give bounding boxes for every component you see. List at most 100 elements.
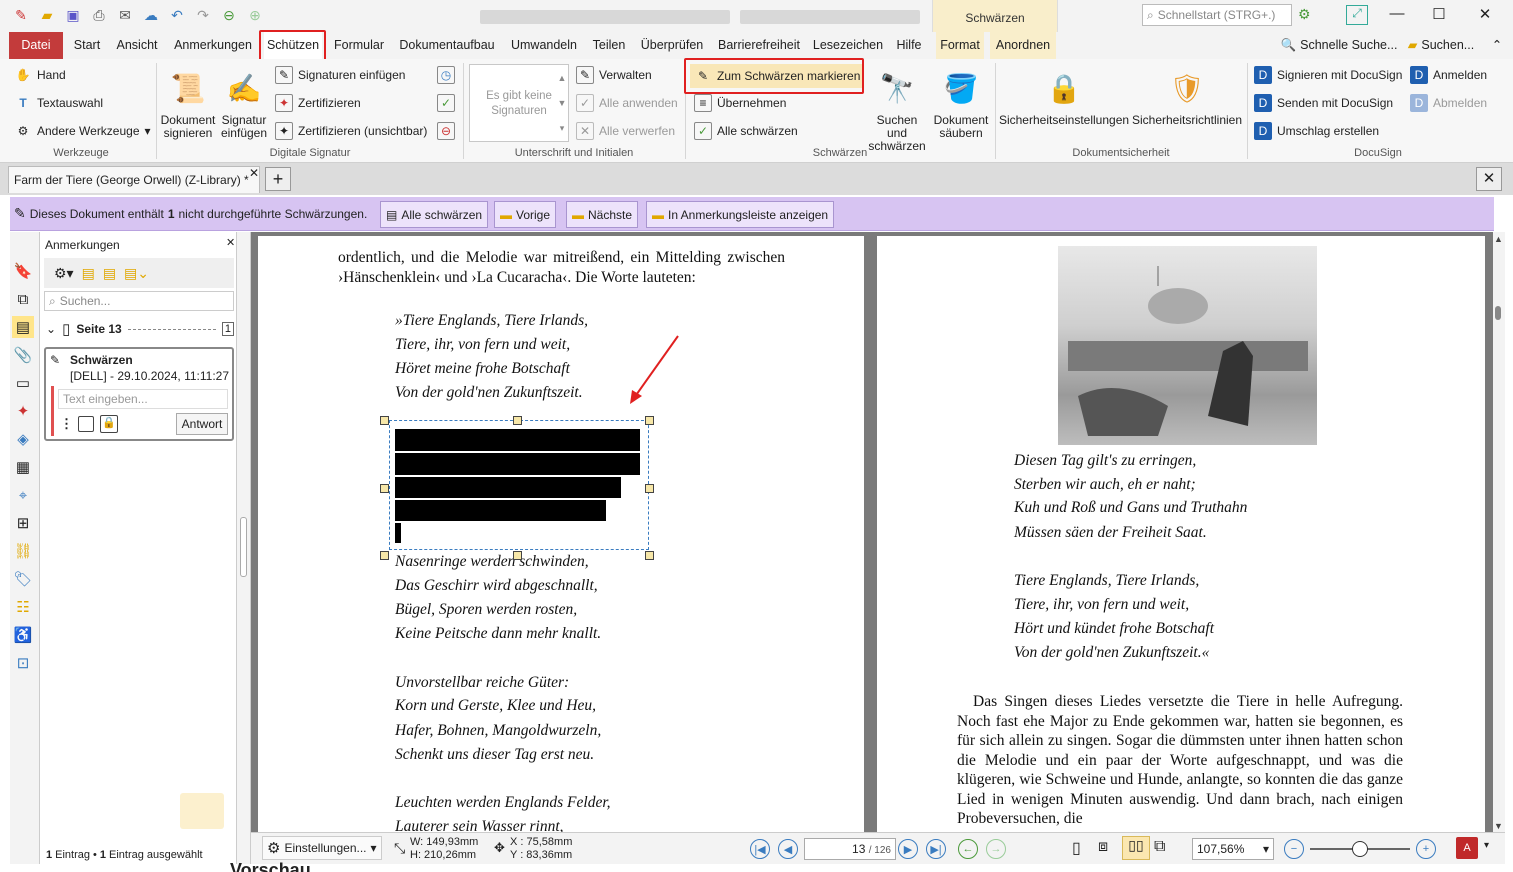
- email-icon[interactable]: ✉: [114, 4, 136, 26]
- minimize-button[interactable]: —: [1382, 5, 1412, 25]
- menu-barrierefreiheit[interactable]: Barrierefreiheit: [715, 32, 803, 59]
- menu-anmerkungen[interactable]: Anmerkungen: [170, 32, 256, 59]
- notif-redact-all-button[interactable]: ▤ Alle schwärzen: [380, 201, 489, 228]
- structure-icon[interactable]: ⊞: [12, 512, 34, 534]
- continuous-icon[interactable]: ⧈: [1098, 838, 1108, 856]
- cloud-upload-icon[interactable]: ☁: [140, 4, 162, 26]
- clear-signature-button[interactable]: ⊖: [437, 122, 455, 140]
- annotation-settings-icon[interactable]: ⚙▾: [54, 265, 74, 282]
- resize-handle[interactable]: [380, 416, 389, 425]
- previous-page-icon[interactable]: ◀: [778, 839, 798, 859]
- annotation-filter-icon[interactable]: ▤⌄: [124, 265, 149, 282]
- resize-handle[interactable]: [645, 484, 654, 493]
- splitter-handle[interactable]: [240, 517, 247, 577]
- print-icon[interactable]: ⎙: [88, 4, 110, 26]
- vertical-scrollbar[interactable]: [1493, 232, 1505, 832]
- close-button[interactable]: ✕: [1470, 5, 1500, 25]
- notif-previous-button[interactable]: ▬ Vorige: [494, 201, 557, 228]
- docusign-send-button[interactable]: D Senden mit DocuSign: [1254, 94, 1393, 112]
- menu-teilen[interactable]: Teilen: [589, 32, 629, 59]
- menu-umwandeln[interactable]: Umwandeln: [506, 32, 582, 59]
- annotation-search-input[interactable]: ⌕ Suchen...: [44, 291, 234, 311]
- redact-all-button[interactable]: ✓ Alle schwärzen: [694, 122, 798, 140]
- last-page-icon[interactable]: ▶|: [926, 839, 946, 859]
- redaction-block[interactable]: [395, 429, 640, 451]
- docusign-sign-button[interactable]: D Signieren mit DocuSign: [1254, 66, 1402, 84]
- other-tools-button[interactable]: ⚙ Andere Werkzeuge ▾: [14, 122, 151, 140]
- resize-handle[interactable]: [380, 551, 389, 560]
- annotations-icon[interactable]: ▤: [12, 316, 34, 338]
- scrollbar-thumb[interactable]: [1495, 306, 1501, 320]
- zoom-in-icon[interactable]: +: [1416, 839, 1436, 859]
- link-icon[interactable]: ⛓: [12, 540, 34, 562]
- menu-ansicht[interactable]: Ansicht: [112, 32, 162, 59]
- scroll-down-icon[interactable]: ▼: [1494, 821, 1503, 831]
- redaction-block[interactable]: [395, 477, 621, 498]
- sanitize-document-button[interactable]: 🪣 Dokument säubern: [930, 66, 992, 140]
- signature-gallery[interactable]: Es gibt keine Signaturen: [469, 64, 569, 142]
- menu-ueberpruefen[interactable]: Überprüfen: [636, 32, 708, 59]
- search-and-redact-button[interactable]: 🔭 Suchen und schwärzen: [866, 66, 928, 153]
- attachment-icon[interactable]: 📎: [12, 344, 34, 366]
- facing-continuous-icon[interactable]: ⧉: [1154, 838, 1165, 856]
- tag-icon[interactable]: 🏷: [12, 568, 34, 590]
- page-number-input[interactable]: 13 / 126: [804, 838, 896, 860]
- annotation-import-icon[interactable]: ▤: [103, 265, 116, 282]
- settings-icon[interactable]: ⚙: [1298, 6, 1311, 23]
- fullscreen-icon[interactable]: ⤢: [1346, 5, 1368, 25]
- menu-hilfe[interactable]: Hilfe: [892, 32, 926, 59]
- layers-icon[interactable]: ◈: [12, 428, 34, 450]
- annotation-export-icon[interactable]: ▤: [82, 265, 95, 282]
- bookmark-icon[interactable]: 🔖: [12, 260, 34, 282]
- signature-status-button[interactable]: ◷: [437, 66, 455, 84]
- reply-button[interactable]: Antwort: [176, 413, 228, 435]
- panel-close-icon[interactable]: ✕: [226, 236, 235, 249]
- menu-anordnen[interactable]: Anordnen: [990, 32, 1056, 59]
- pages-icon[interactable]: ⧉: [12, 288, 34, 310]
- hand-tool-button[interactable]: ✋ Hand: [14, 66, 66, 84]
- tab-close-icon[interactable]: ✕: [249, 166, 259, 180]
- resize-handle[interactable]: [380, 484, 389, 493]
- sign-document-button[interactable]: 📜 Dokument signieren: [160, 66, 216, 140]
- scroll-up-icon[interactable]: ▲: [1494, 234, 1503, 244]
- security-settings-button[interactable]: 🔒 Sicherheitseinstellungen: [998, 66, 1130, 127]
- menu-datei[interactable]: Datei: [9, 32, 63, 59]
- reply-input[interactable]: Text eingeben...: [58, 389, 228, 409]
- document-tab[interactable]: Farm der Tiere (George Orwell) (Z-Librar…: [8, 166, 260, 193]
- back-view-icon[interactable]: ←: [958, 839, 978, 859]
- document-icon[interactable]: ▭: [12, 372, 34, 394]
- validate-signature-button[interactable]: ✓: [437, 94, 455, 112]
- forward-view-icon[interactable]: →: [986, 839, 1006, 859]
- notif-next-button[interactable]: ▬ Nächste: [566, 201, 639, 228]
- zoom-slider-thumb[interactable]: [1352, 841, 1368, 857]
- certify-invisible-button[interactable]: ✦ Zertifizieren (unsichtbar): [275, 122, 427, 140]
- location-icon[interactable]: ⌖: [12, 484, 34, 506]
- resize-handle[interactable]: [645, 416, 654, 425]
- pdf-icon[interactable]: A: [1456, 837, 1478, 859]
- docusign-logout-button[interactable]: D Abmelden: [1410, 94, 1487, 112]
- new-tab-icon[interactable]: +: [265, 167, 291, 191]
- chevron-down-icon[interactable]: ▾: [1484, 840, 1489, 851]
- discard-all-button[interactable]: ✕ Alle verwerfen: [576, 122, 675, 140]
- resize-handle[interactable]: [645, 551, 654, 560]
- open-folder-icon[interactable]: ▰: [36, 4, 58, 26]
- fields-icon[interactable]: ☷: [12, 596, 34, 618]
- back-icon[interactable]: ⊖: [218, 4, 240, 26]
- add-signatures-button[interactable]: ✎ Signaturen einfügen: [275, 66, 405, 84]
- docusign-login-button[interactable]: D Anmelden: [1410, 66, 1487, 84]
- menu-start[interactable]: Start: [70, 32, 104, 59]
- content-icon[interactable]: ▦: [12, 456, 34, 478]
- menu-dokumentaufbau[interactable]: Dokumentaufbau: [396, 32, 498, 59]
- first-page-icon[interactable]: |◀: [750, 839, 770, 859]
- docusign-envelope-button[interactable]: D Umschlag erstellen: [1254, 122, 1379, 140]
- redo-icon[interactable]: ↷: [192, 4, 214, 26]
- undo-icon[interactable]: ↶: [166, 4, 188, 26]
- resize-handle[interactable]: [513, 551, 522, 560]
- next-page-icon[interactable]: ▶: [898, 839, 918, 859]
- gallery-scroll[interactable]: ▲ ▼ ▾: [556, 66, 568, 142]
- quick-start-search[interactable]: ⌕ Schnellstart (STRG+.): [1142, 4, 1292, 26]
- single-page-icon[interactable]: ▯: [1072, 838, 1081, 858]
- menu-lesezeichen[interactable]: Lesezeichen: [810, 32, 886, 59]
- reading-order-icon[interactable]: ⊡: [12, 652, 34, 674]
- maximize-button[interactable]: ☐: [1424, 5, 1454, 25]
